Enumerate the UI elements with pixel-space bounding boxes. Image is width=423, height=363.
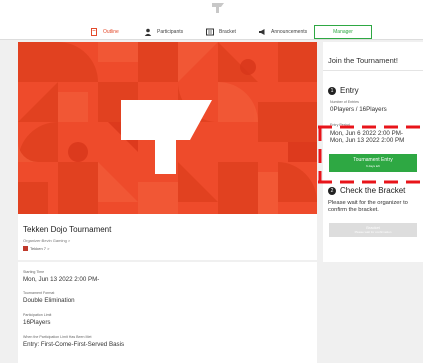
tab-outline-label: Outline: [103, 29, 119, 35]
banner-pattern: [18, 42, 317, 214]
join-title: Join the Tournament!: [328, 56, 398, 65]
tab-announcements-label: Announcements: [271, 29, 308, 35]
top-bar: Outline Participants Bracket Announcemen…: [0, 0, 423, 40]
step-entry: 1 Entry: [328, 86, 359, 95]
step-1-badge: 1: [328, 86, 336, 95]
step-2-badge: 2: [328, 186, 336, 195]
person-icon: [144, 28, 152, 36]
tab-outline[interactable]: Outline: [90, 25, 119, 39]
megaphone-icon: [258, 28, 266, 36]
game-link[interactable]: Tekken 7 >: [23, 246, 49, 251]
game-icon: [23, 246, 28, 251]
entry-button-sub: 6 days left: [366, 164, 380, 168]
start-time-label: Starting Time: [23, 270, 45, 274]
step-bracket: 2 Check the Bracket: [328, 186, 405, 195]
format-label: Tournament Format: [23, 291, 55, 295]
bracket-icon: [206, 28, 214, 36]
entries-label: Number of Entries: [330, 100, 359, 104]
tab-participants-label: Participants: [157, 29, 184, 35]
tab-participants[interactable]: Participants: [144, 25, 183, 39]
tab-bracket-label: Bracket: [219, 29, 236, 35]
bracket-button: Bracket Please wait for confirmation: [329, 223, 417, 237]
tournament-nav: Outline Participants Bracket Announcemen…: [0, 25, 423, 39]
tournament-card: Tekken Dojo Tournament Organizer:Bevin G…: [18, 42, 317, 260]
tournament-details: Starting Time Mon, Jun 13 2022 2:00 PM- …: [18, 262, 317, 363]
start-time-value: Mon, Jun 13 2022 2:00 PM-: [23, 276, 100, 283]
site-logo-icon[interactable]: [211, 3, 225, 13]
step-1-title: Entry: [340, 86, 359, 95]
tournament-entry-button[interactable]: Tournament Entry 6 days left: [329, 154, 417, 172]
limit-label: Participation Limit: [23, 313, 52, 317]
bracket-note: Please wait for the organizer to confirm…: [328, 200, 408, 213]
manager-button-label: Manager: [333, 29, 353, 35]
limit-value: 16Players: [23, 319, 51, 326]
entry-period-end: Mon, Jun 13 2022 2:00 PM: [330, 137, 405, 144]
manager-button[interactable]: Manager: [314, 25, 372, 39]
organizer-link[interactable]: Organizer:Bevin Gaming >: [23, 238, 70, 243]
document-icon: [90, 28, 98, 36]
limit-met-label: When the Participation Limit Has Been Me…: [23, 335, 92, 339]
entries-value: 0Players / 16Players: [330, 106, 387, 113]
join-panel: Join the Tournament! 1 Entry Number of E…: [323, 42, 423, 262]
bracket-button-sub: Please wait for confirmation: [354, 230, 392, 234]
entry-period-label: Entry Period: [330, 123, 350, 127]
tournament-banner: [18, 42, 317, 214]
step-2-title: Check the Bracket: [340, 186, 406, 195]
tournament-title: Tekken Dojo Tournament: [23, 225, 112, 234]
limit-met-value: Entry: First-Come-First-Served Basis: [23, 341, 125, 348]
join-divider: [323, 70, 423, 71]
game-label: Tekken 7 >: [30, 246, 50, 251]
tab-announcements[interactable]: Announcements: [258, 25, 307, 39]
tab-bracket[interactable]: Bracket: [206, 25, 236, 39]
format-value: Double Elimination: [23, 297, 75, 304]
